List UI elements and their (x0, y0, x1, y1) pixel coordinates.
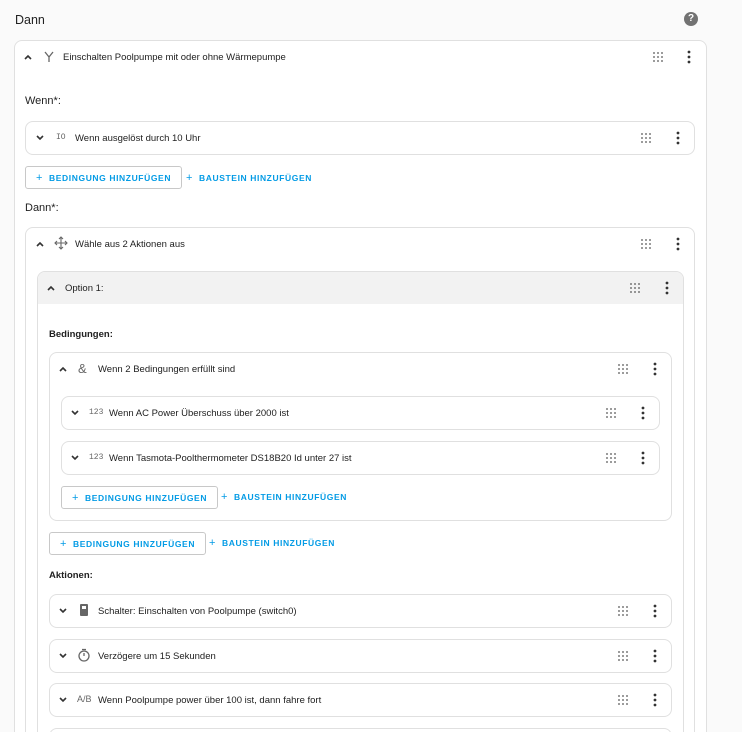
main-block-title: Einschalten Poolpumpe mit oder ohne Wärm… (63, 52, 286, 63)
drag-handle-icon[interactable] (618, 695, 628, 705)
action-card[interactable] (49, 728, 672, 732)
help-icon[interactable]: ? (684, 12, 698, 26)
action-title: Schalter: Einschalten von Poolpumpe (swi… (98, 606, 297, 617)
add-building-block-button[interactable]: + BAUSTEIN HINZUFÜGEN (186, 166, 312, 190)
more-options-icon[interactable] (684, 50, 694, 64)
add-condition-button[interactable]: + BEDINGUNG HINZUFÜGEN (61, 486, 219, 509)
numeric-state-icon: 123 (89, 453, 104, 462)
condition-title: Wenn Tasmota-Poolthermometer DS18B20 Id … (109, 453, 352, 464)
more-options-icon[interactable] (662, 281, 672, 295)
chevron-up-icon[interactable] (34, 238, 46, 250)
drag-handle-icon[interactable] (618, 651, 628, 661)
more-options-icon[interactable] (650, 693, 660, 707)
drag-handle-icon[interactable] (641, 239, 651, 249)
more-options-icon[interactable] (638, 406, 648, 420)
drag-handle-icon[interactable] (606, 453, 616, 463)
chevron-down-icon[interactable] (57, 650, 69, 662)
ampersand-icon: & (78, 361, 87, 376)
chevron-up-icon[interactable] (57, 363, 69, 375)
more-options-icon[interactable] (650, 649, 660, 663)
add-building-block-button[interactable]: + BAUSTEIN HINZUFÜGEN (221, 485, 347, 509)
drag-handle-icon[interactable] (653, 52, 663, 62)
action-title: Verzögere um 15 Sekunden (98, 651, 216, 662)
more-options-icon[interactable] (638, 451, 648, 465)
page-title: Dann (15, 13, 45, 27)
chevron-down-icon[interactable] (57, 605, 69, 617)
action-title: Wenn Poolpumpe power über 100 ist, dann … (98, 695, 322, 706)
branch-icon (44, 51, 54, 62)
switch-icon (80, 604, 88, 616)
chevron-up-icon[interactable] (45, 282, 57, 294)
trigger-title: Wenn ausgelöst durch 10 Uhr (75, 133, 201, 144)
choose-title: Wähle aus 2 Aktionen aus (75, 239, 185, 250)
chevron-up-icon[interactable] (22, 51, 34, 63)
chevron-down-icon[interactable] (57, 694, 69, 706)
actions-label: Aktionen: (49, 570, 93, 581)
timer-icon (78, 648, 90, 662)
condition-icon: A/B (77, 694, 92, 704)
arrows-split-icon (54, 236, 68, 250)
option-header[interactable] (38, 272, 683, 304)
more-options-icon[interactable] (650, 362, 660, 376)
wenn-label: Wenn*: (25, 95, 61, 107)
drag-handle-icon[interactable] (630, 283, 640, 293)
option-title: Option 1: (65, 283, 104, 294)
chevron-down-icon[interactable] (69, 407, 81, 419)
conditions-label: Bedingungen: (49, 329, 113, 340)
trigger-type-icon: IO (56, 133, 66, 142)
more-options-icon[interactable] (650, 604, 660, 618)
add-condition-button[interactable]: + BEDINGUNG HINZUFÜGEN (25, 166, 183, 189)
drag-handle-icon[interactable] (641, 133, 651, 143)
add-condition-button[interactable]: + BEDINGUNG HINZUFÜGEN (49, 532, 207, 555)
numeric-state-icon: 123 (89, 408, 104, 417)
condition-title: Wenn AC Power Überschuss über 2000 ist (109, 408, 289, 419)
and-block-title: Wenn 2 Bedingungen erfüllt sind (98, 364, 236, 375)
drag-handle-icon[interactable] (606, 408, 616, 418)
chevron-down-icon[interactable] (34, 132, 46, 144)
drag-handle-icon[interactable] (618, 606, 628, 616)
chevron-down-icon[interactable] (69, 452, 81, 464)
more-options-icon[interactable] (673, 131, 683, 145)
more-options-icon[interactable] (673, 237, 683, 251)
add-building-block-button[interactable]: + BAUSTEIN HINZUFÜGEN (209, 531, 335, 555)
dann-label: Dann*: (25, 202, 59, 214)
drag-handle-icon[interactable] (618, 364, 628, 374)
